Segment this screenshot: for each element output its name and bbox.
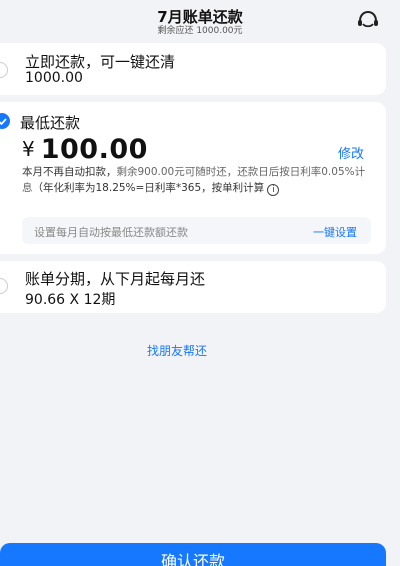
confirm-repay-button[interactable]: 确认还款 (0, 543, 386, 566)
modify-amount-button[interactable]: 修改 (338, 143, 364, 162)
desc-rate: （年化利率为18.25%=日利率*365，按单利计算 (32, 181, 265, 194)
option-full-title: 立即还款，可一键还清 (25, 53, 176, 71)
desc-main: 本月不再自动扣款， (22, 166, 117, 178)
radio-installment[interactable] (0, 278, 8, 294)
info-icon[interactable]: i (267, 183, 280, 196)
option-installment-amount: 90.66 X 12期 (25, 292, 116, 308)
ask-friend-link[interactable]: 找朋友帮还 (0, 342, 354, 359)
option-minimum-title: 最低还款 (20, 114, 81, 132)
minimum-description: 本月不再自动扣款，剩余900.00元可随时还，还款日后按日利率0.05%计息（年… (22, 165, 372, 196)
radio-full-repay[interactable] (0, 62, 8, 78)
auto-repay-label: 设置每月自动按最低还款额还款 (34, 226, 188, 239)
option-full-amount: 1000.00 (25, 70, 83, 86)
option-installment[interactable]: 账单分期，从下月起每月还 90.66 X 12期 (0, 261, 386, 313)
auto-repay-box: 设置每月自动按最低还款额还款 一键设置 (22, 217, 371, 244)
option-installment-title: 账单分期，从下月起每月还 (25, 270, 206, 288)
remaining-amount: 剩余应还 1000.00元 (157, 26, 243, 36)
option-full-repay[interactable]: 立即还款，可一键还清 1000.00 (0, 43, 386, 95)
page-header: 7月账单还款 剩余应还 1000.00元 (0, 0, 400, 40)
minimum-amount-value: 100.00 (40, 134, 148, 165)
customer-service-icon[interactable] (356, 10, 380, 30)
auto-repay-setup-button[interactable]: 一键设置 (313, 224, 357, 240)
minimum-amount: ¥100.00 (22, 134, 148, 165)
currency-symbol: ¥ (22, 137, 35, 161)
check-icon (0, 118, 7, 126)
